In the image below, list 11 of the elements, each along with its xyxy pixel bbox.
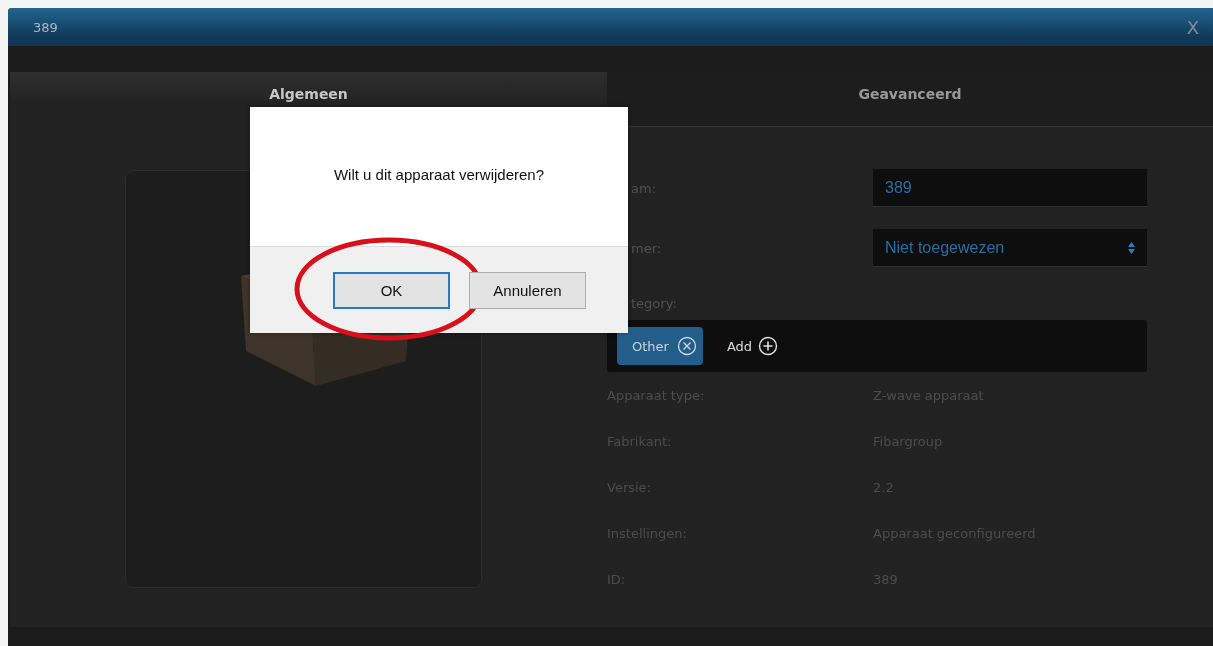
remove-icon[interactable]	[676, 336, 697, 356]
add-icon	[758, 336, 779, 356]
ok-button[interactable]: OK	[333, 271, 450, 309]
dialog-message: Wilt u dit apparaat verwijderen?	[333, 166, 545, 183]
add-category-button[interactable]: Add	[726, 336, 779, 356]
category-tag[interactable]: Other	[617, 327, 703, 365]
select-arrows-icon	[1128, 240, 1135, 255]
cancel-button[interactable]: Annuleren	[469, 271, 586, 309]
window-title: 389	[33, 19, 58, 35]
room-select[interactable]: Niet toegewezen	[873, 229, 1147, 267]
name-input-field[interactable]: 389	[873, 169, 1147, 207]
